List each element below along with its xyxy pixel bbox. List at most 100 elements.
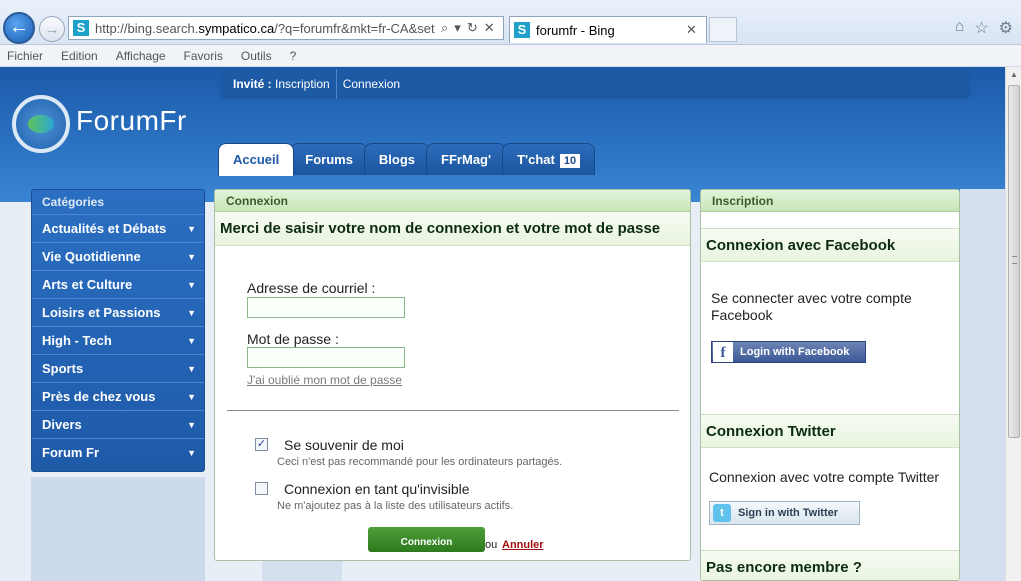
- browser-chrome: ← → S http://bing.search.sympatico.ca/?q…: [0, 0, 1021, 45]
- invisible-note: Ne m'ajoutez pas à la liste des utilisat…: [277, 500, 514, 512]
- right-background: [960, 189, 1005, 581]
- facebook-button-label: Login with Facebook: [740, 346, 850, 358]
- tab-tchat-label: T'chat: [517, 152, 555, 167]
- tab-tchat[interactable]: T'chat 10: [502, 143, 596, 175]
- facebook-section-title: Connexion avec Facebook: [701, 228, 959, 262]
- tab-forums[interactable]: Forums: [290, 143, 368, 175]
- sidebar-item-actualites[interactable]: Actualités et Débats ▼: [32, 214, 204, 242]
- connexion-link[interactable]: Connexion: [343, 77, 400, 91]
- inscription-link[interactable]: Inscription: [275, 77, 330, 91]
- search-icon[interactable]: ⌕: [441, 20, 448, 36]
- site-logo-text[interactable]: ForumFr: [76, 105, 187, 137]
- menu-favoris[interactable]: Favoris: [184, 49, 223, 63]
- login-divider: [227, 410, 679, 411]
- tab-ffrmag[interactable]: FFrMag': [426, 143, 507, 175]
- menu-outils[interactable]: Outils: [241, 49, 272, 63]
- invisible-checkbox[interactable]: [255, 482, 268, 495]
- facebook-description: Se connecter avec votre compte Facebook: [711, 290, 912, 323]
- tchat-count-badge: 10: [559, 154, 581, 168]
- sidebar-item-label: High - Tech: [42, 333, 112, 348]
- scroll-up-arrow-icon[interactable]: ▲: [1006, 67, 1021, 83]
- address-bar[interactable]: S http://bing.search.sympatico.ca/?q=for…: [68, 16, 504, 40]
- sidebar-background: [31, 477, 205, 581]
- twitter-button-label: Sign in with Twitter: [738, 507, 839, 519]
- email-label: Adresse de courriel :: [247, 280, 376, 296]
- register-panel: Inscription Connexion avec Facebook Se c…: [700, 189, 960, 581]
- stop-icon[interactable]: ✕: [484, 20, 495, 36]
- sidebar-item-label: Actualités et Débats: [42, 221, 167, 236]
- sidebar-item-arts-culture[interactable]: Arts et Culture ▼: [32, 270, 204, 298]
- login-with-facebook-button[interactable]: f Login with Facebook: [711, 341, 866, 363]
- chevron-down-icon: ▼: [187, 252, 196, 262]
- chevron-down-icon: ▼: [187, 224, 196, 234]
- url-domain: sympatico.ca: [198, 20, 275, 36]
- chevron-down-icon: ▼: [187, 364, 196, 374]
- sidebar-item-sports[interactable]: Sports ▼: [32, 354, 204, 382]
- chevron-down-icon: ▼: [187, 420, 196, 430]
- sidebar-item-forum-fr[interactable]: Forum Fr ▼: [32, 438, 204, 466]
- forgot-password-link[interactable]: J'ai oublié mon mot de passe: [247, 373, 402, 387]
- menu-affichage[interactable]: Affichage: [116, 49, 166, 63]
- close-tab-icon[interactable]: ✕: [686, 22, 697, 38]
- grip-icon: [1012, 256, 1017, 264]
- sidebar-item-vie-quotidienne[interactable]: Vie Quotidienne ▼: [32, 242, 204, 270]
- vertical-scrollbar[interactable]: ▲: [1005, 67, 1021, 581]
- sidebar-item-label: Divers: [42, 417, 82, 432]
- sidebar-item-high-tech[interactable]: High - Tech ▼: [32, 326, 204, 354]
- tab-title: forumfr - Bing: [536, 22, 615, 38]
- password-label: Mot de passe :: [247, 331, 339, 347]
- sidebar-item-loisirs[interactable]: Loisirs et Passions ▼: [32, 298, 204, 326]
- sign-in-with-twitter-button[interactable]: t Sign in with Twitter: [709, 501, 860, 525]
- url-prefix: http://bing.search.: [95, 20, 199, 36]
- chevron-down-icon: ▼: [187, 308, 196, 318]
- site-header: ForumFr Invité : Inscription Connexion A…: [0, 67, 1005, 202]
- twitter-section-title: Connexion Twitter: [701, 414, 959, 448]
- tab-blogs[interactable]: Blogs: [363, 143, 431, 175]
- sidebar-item-label: Arts et Culture: [42, 277, 133, 292]
- menu-edition[interactable]: Edition: [61, 49, 98, 63]
- home-icon[interactable]: ⌂: [955, 18, 965, 38]
- tab-accueil[interactable]: Accueil: [218, 143, 295, 176]
- sidebar-item-label: Loisirs et Passions: [42, 305, 161, 320]
- back-arrow-icon: ←: [9, 16, 29, 38]
- email-field[interactable]: [247, 297, 405, 318]
- twitter-bird-icon: t: [713, 504, 731, 522]
- checkmark-icon: ✓: [256, 438, 267, 450]
- forumfr-logo-icon[interactable]: [12, 95, 70, 153]
- sidebar-item-pres-de-chez-vous[interactable]: Près de chez vous ▼: [32, 382, 204, 410]
- password-field[interactable]: [247, 347, 405, 368]
- login-panel-header: Connexion: [215, 190, 690, 212]
- twitter-description: Connexion avec votre compte Twitter: [709, 469, 940, 485]
- new-tab-button[interactable]: [709, 17, 737, 42]
- address-url[interactable]: http://bing.search.sympatico.ca/?q=forum…: [95, 21, 435, 36]
- menu-help[interactable]: ?: [290, 49, 297, 63]
- refresh-icon[interactable]: ↻: [467, 20, 478, 36]
- login-instructions: Merci de saisir votre nom de connexion e…: [215, 212, 690, 246]
- scrollbar-thumb[interactable]: [1008, 85, 1020, 438]
- menu-bar: Fichier Edition Affichage Favoris Outils…: [0, 45, 1021, 67]
- browser-tab[interactable]: S forumfr - Bing ✕: [509, 16, 707, 43]
- sidebar-item-label: Vie Quotidienne: [42, 249, 141, 264]
- remember-me-checkbox[interactable]: ✓: [255, 438, 268, 451]
- menu-fichier[interactable]: Fichier: [7, 49, 43, 63]
- not-member-title: Pas encore membre ?: [701, 550, 959, 580]
- sidebar-item-divers[interactable]: Divers ▼: [32, 410, 204, 438]
- cancel-link[interactable]: Annuler: [502, 539, 544, 551]
- login-submit-button[interactable]: Connexion: [368, 527, 485, 552]
- guest-label: Invité :: [233, 77, 272, 91]
- main-tabs: Accueil Forums Blogs FFrMag' T'chat 10: [218, 143, 596, 176]
- dropdown-icon[interactable]: ▾: [454, 20, 461, 36]
- login-panel: Connexion Merci de saisir votre nom de c…: [214, 189, 691, 561]
- remember-me-note: Ceci n'est pas recommandé pour les ordin…: [277, 456, 563, 468]
- user-bar: Invité : Inscription Connexion: [220, 69, 971, 99]
- user-bar-divider: [335, 69, 337, 99]
- sidebar-item-label: Forum Fr: [42, 445, 100, 460]
- favorites-star-icon[interactable]: ☆: [974, 18, 988, 38]
- forward-button[interactable]: →: [39, 16, 65, 42]
- back-button[interactable]: ←: [3, 12, 35, 44]
- sidebar-title: Catégories: [42, 195, 105, 209]
- invisible-label[interactable]: Connexion en tant qu'invisible: [284, 481, 470, 497]
- sidebar-item-label: Sports: [42, 361, 84, 376]
- remember-me-label[interactable]: Se souvenir de moi: [284, 437, 404, 453]
- gear-icon[interactable]: ⚙: [999, 18, 1013, 38]
